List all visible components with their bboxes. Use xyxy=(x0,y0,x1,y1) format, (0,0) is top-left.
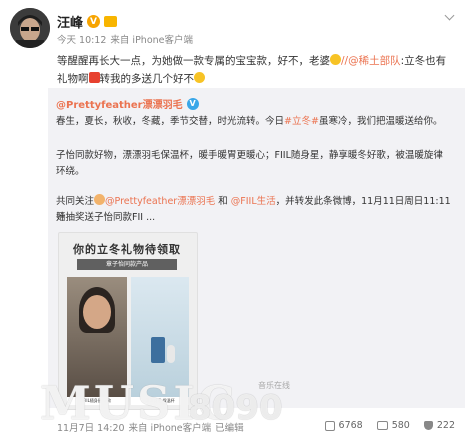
footer-time[interactable]: 11月7日 14:20 xyxy=(57,420,125,434)
share-icon xyxy=(324,420,335,431)
card-subtitle: 章子怡同款产品 xyxy=(77,259,177,270)
face-shape xyxy=(83,295,111,329)
post-time[interactable]: 今天 10:12 xyxy=(57,32,106,46)
mention-link[interactable]: //@稀土部队 xyxy=(341,55,401,67)
action-bar: 6768 580 222 xyxy=(324,420,455,431)
speaker-product xyxy=(151,337,165,363)
member-crown-icon[interactable] xyxy=(104,16,118,27)
repost-container[interactable]: @Prettyfeather漂漂羽毛 V 春生，夏长，秋收，冬藏，季节交替，时光… xyxy=(48,88,465,410)
repost-text: 虽寒冷，我们把温暖送给你。 xyxy=(318,116,443,127)
comment-count: 580 xyxy=(391,420,410,431)
comment-button[interactable]: 580 xyxy=(376,420,410,431)
verified-badge-icon: V xyxy=(186,97,199,110)
grin-emoji-icon xyxy=(194,72,205,83)
mention-link[interactable]: @FIIL生活 xyxy=(231,196,276,207)
footer-edit: 已编辑 xyxy=(215,423,244,434)
chevron-down-icon[interactable] xyxy=(444,10,455,21)
repost-text: 春生，夏长，秋收，冬藏，季节交替，时光流转。今日 xyxy=(56,116,285,127)
post-footer: 11月7日 14:20 来自 iPhone客户端 已编辑 xyxy=(57,420,244,434)
repost-author: @Prettyfeather漂漂羽毛 V xyxy=(56,96,199,111)
repost-text: 和 xyxy=(215,196,231,207)
footer-source: 来自 iPhone客户端 xyxy=(128,423,212,434)
post-text-part1: 等醒醒再长大一点，为她做一款专属的宝宝款，好不，老婆 xyxy=(57,55,330,67)
avatar[interactable] xyxy=(10,8,50,48)
post-source: 来自 iPhone客户端 xyxy=(110,35,193,46)
repost-text: 共同关注 xyxy=(56,196,95,207)
smile-emoji-icon xyxy=(330,54,341,65)
cup-product xyxy=(167,345,175,363)
post-meta: 今天 10:12 来自 iPhone客户端 xyxy=(57,32,193,46)
point-hand-icon xyxy=(94,194,106,205)
author-line: 汪峰 V xyxy=(57,12,118,31)
like-icon xyxy=(423,421,433,430)
post-text: 等醒醒再长大一点，为她做一款专属的宝宝款，好不，老婆//@稀土部队:立冬也有礼物… xyxy=(57,52,453,88)
repost-line-3: 环绕。 xyxy=(56,166,85,177)
topic-link[interactable]: #立冬# xyxy=(284,116,319,127)
gift-emoji-icon xyxy=(88,72,100,83)
card-title: 你的立冬礼物待领取 xyxy=(73,243,181,256)
mention-link[interactable]: @Prettyfeather漂漂羽毛 xyxy=(105,196,215,207)
watermark-small: 音乐在线 xyxy=(258,381,290,390)
like-count: 222 xyxy=(436,420,455,431)
repost-line-1: 春生，夏长，秋收，冬藏，季节交替，时光流转。今日#立冬#虽寒冷，我们把温暖送给你… xyxy=(56,114,455,130)
like-button[interactable]: 222 xyxy=(423,420,455,431)
vip-badge-icon[interactable]: V xyxy=(87,15,101,28)
author-name[interactable]: 汪峰 xyxy=(57,12,83,31)
post-text-part3: 转我的多送几个好不 xyxy=(99,73,195,85)
repost-author-name[interactable]: @Prettyfeather漂漂羽毛 xyxy=(56,96,183,111)
share-button[interactable]: 6768 xyxy=(324,420,363,431)
repost-line-2: 子怡同款好物，漂漂羽毛保温杯，暖手暖胃更暖心；FIIL随身星，静享暖冬好歌，被温… xyxy=(56,150,443,161)
comment-icon xyxy=(376,421,388,430)
share-count: 6768 xyxy=(338,420,363,431)
repost-line-5: 始抽奖送子怡同款FII ... xyxy=(56,212,156,223)
